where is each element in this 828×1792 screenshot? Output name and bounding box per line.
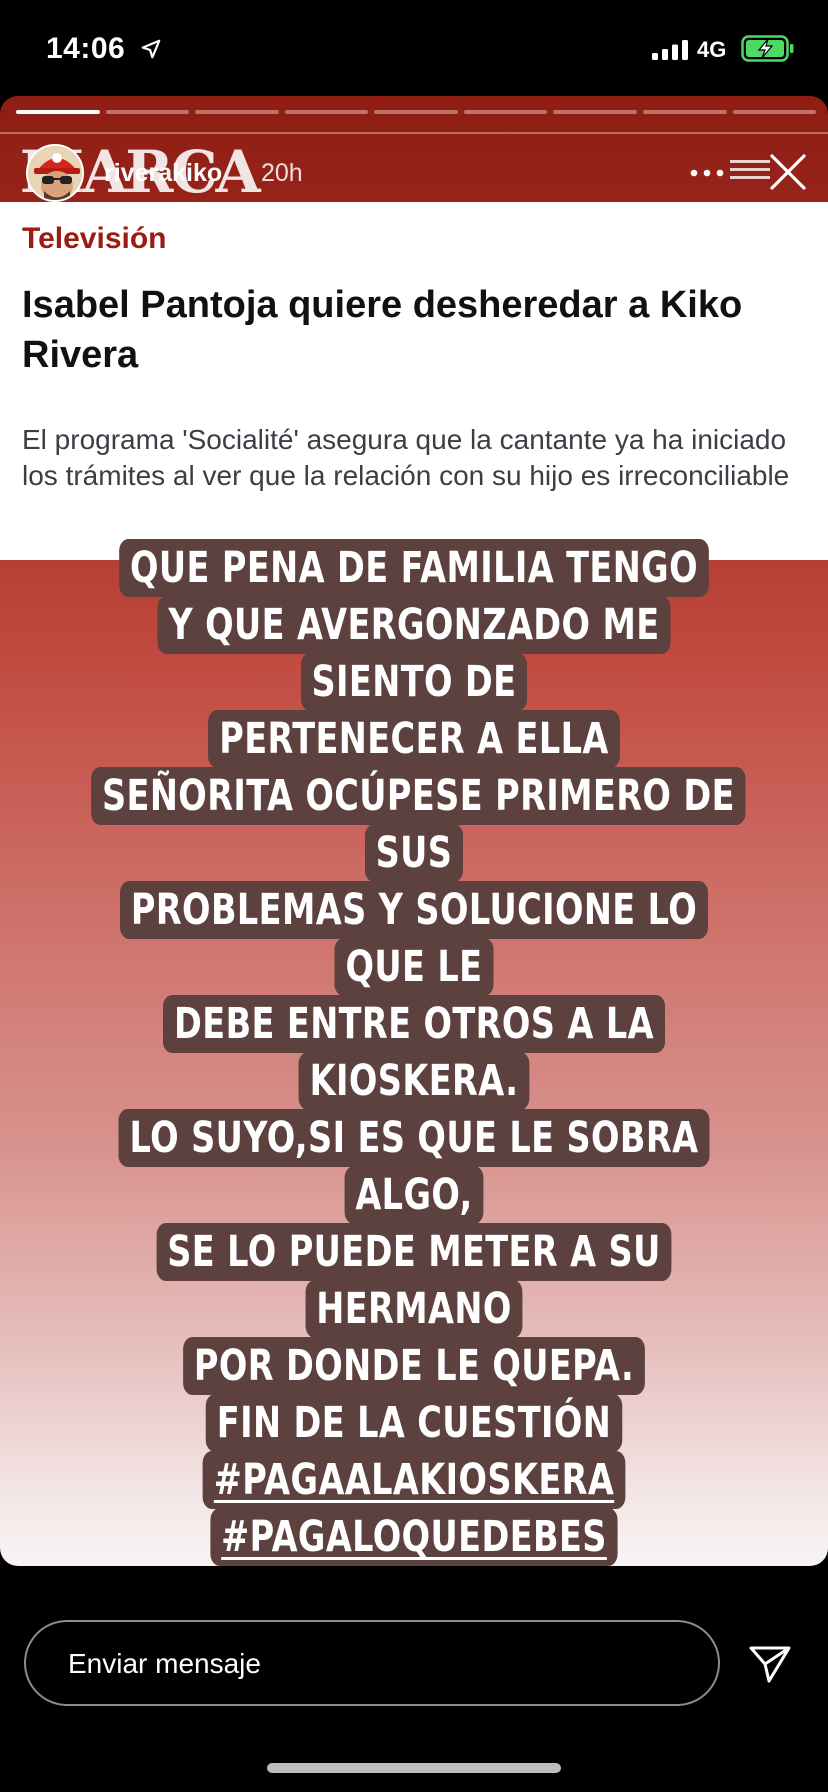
caption-line-row: QUE PENA DE FAMILIA TENGO <box>91 539 737 597</box>
signal-bars-icon <box>652 40 688 60</box>
caption-line-row: PROBLEMAS Y SOLUCIONE LO QUE LE <box>91 881 737 996</box>
caption-line-row: POR DONDE LE QUEPA. <box>91 1337 737 1395</box>
caption-line-row: SE LO PUEDE METER A SU HERMANO <box>91 1223 737 1338</box>
message-input[interactable]: Enviar mensaje <box>24 1620 720 1706</box>
caption-line: FIN DE LA CUESTIÓN <box>205 1394 623 1452</box>
story-progress <box>16 110 817 114</box>
caption-line-row: #PAGAALAKIOSKERA <box>91 1451 737 1509</box>
progress-segment <box>374 110 458 114</box>
progress-segment <box>732 110 817 114</box>
progress-segment <box>195 110 279 114</box>
story-username[interactable]: riverakiko <box>104 159 222 188</box>
close-icon[interactable] <box>768 152 808 192</box>
network-label: 4G <box>697 37 727 62</box>
progress-segment <box>105 110 190 114</box>
status-bar: 14:06 4G <box>0 0 828 96</box>
avatar-icon <box>28 146 82 200</box>
location-arrow-icon <box>141 39 161 59</box>
home-indicator[interactable] <box>267 1763 561 1773</box>
story-time: 20h <box>261 159 303 187</box>
caption-line-row: #PAGALOQUEDEBES <box>91 1508 737 1566</box>
caption-line: Y QUE AVERGONZADO ME SIENTO DE <box>157 596 671 711</box>
caption-line: POR DONDE LE QUEPA. <box>182 1337 646 1395</box>
progress-segment <box>642 110 727 114</box>
caption-line-row: DEBE ENTRE OTROS A LA KIOSKERA. <box>91 995 737 1110</box>
send-icon[interactable] <box>748 1644 792 1684</box>
caption-line-row: SEÑORITA OCÚPESE PRIMERO DE SUS <box>91 767 746 882</box>
caption-line-row: PERTENECER A ELLA <box>91 710 737 768</box>
caption-line: PROBLEMAS Y SOLUCIONE LO QUE LE <box>119 881 709 996</box>
news-title: Isabel Pantoja quiere desheredar a Kiko … <box>22 284 743 376</box>
news-card[interactable]: Televisión Isabel Pantoja quiere deshere… <box>0 202 828 560</box>
news-summary: El programa 'Socialité' asegura que la c… <box>22 424 790 491</box>
caption-line: SE LO PUEDE METER A SU HERMANO <box>156 1223 672 1338</box>
caption-line: LO SUYO,SI ES QUE LE SOBRA ALGO, <box>118 1109 710 1224</box>
progress-segment <box>284 110 369 114</box>
caption-line-row: Y QUE AVERGONZADO ME SIENTO DE <box>91 596 737 711</box>
caption-line-row: FIN DE LA CUESTIÓN <box>91 1394 737 1452</box>
caption-line-row: LO SUYO,SI ES QUE LE SOBRA ALGO, <box>91 1109 737 1224</box>
more-dots-icon[interactable] <box>689 168 725 178</box>
story-caption: QUE PENA DE FAMILIA TENGO Y QUE AVERGONZA… <box>0 539 828 1566</box>
progress-segment <box>553 110 637 114</box>
caption-line: QUE PENA DE FAMILIA TENGO <box>119 539 709 597</box>
caption-hashtag[interactable]: #PAGAALAKIOSKERA <box>202 1451 626 1509</box>
caption-hashtag[interactable]: #PAGALOQUEDEBES <box>210 1508 618 1566</box>
caption-line: PERTENECER A ELLA <box>208 710 620 768</box>
battery-charging-icon <box>741 35 794 62</box>
caption-line: SEÑORITA OCÚPESE PRIMERO DE SUS <box>91 767 746 882</box>
progress-segment <box>16 110 100 114</box>
progress-segment <box>463 110 548 114</box>
news-section: Televisión <box>22 222 167 255</box>
avatar[interactable] <box>26 144 84 202</box>
message-placeholder: Enviar mensaje <box>68 1648 261 1679</box>
caption-line: DEBE ENTRE OTROS A LA KIOSKERA. <box>163 995 665 1110</box>
status-time: 14:06 <box>46 32 126 65</box>
caption-text: QUE PENA DE FAMILIA TENGO Y QUE AVERGONZA… <box>91 539 746 1566</box>
